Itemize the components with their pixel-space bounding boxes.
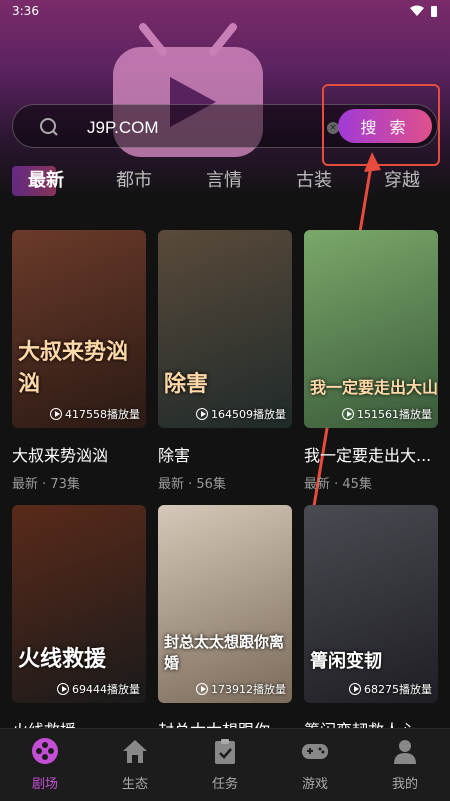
nav-label: 任务 xyxy=(211,777,238,792)
poster-image[interactable]: 封总太太想跟你离婚 173912播放量 xyxy=(158,505,292,703)
poster-image[interactable]: 除害 164509播放量 xyxy=(158,230,292,428)
tab-latest[interactable]: 最新 xyxy=(28,166,64,192)
card-title[interactable]: 除害 xyxy=(158,442,292,466)
play-count: 68275播放量 xyxy=(349,681,432,697)
poster-image[interactable]: 火线救援 69444播放量 xyxy=(12,505,146,703)
user-icon xyxy=(394,740,416,764)
nav-label: 游戏 xyxy=(301,777,328,792)
play-icon xyxy=(50,408,62,420)
search-input[interactable] xyxy=(85,115,319,141)
battery-icon xyxy=(431,5,437,17)
play-icon xyxy=(349,683,361,695)
search-icon xyxy=(40,118,58,136)
wifi-icon xyxy=(410,5,424,16)
status-icons xyxy=(410,5,438,18)
poster-image[interactable]: 箐闲变韧 68275播放量 xyxy=(304,505,438,703)
nav-label: 剧场 xyxy=(31,777,58,792)
tab-costume[interactable]: 古装 xyxy=(296,166,332,192)
tab-urban[interactable]: 都市 xyxy=(116,166,152,192)
play-count: 417558播放量 xyxy=(50,406,140,422)
tab-time-travel[interactable]: 穿越 xyxy=(384,166,420,192)
poster-title: 除害 xyxy=(164,371,209,397)
card-title[interactable]: 大叔来势汹汹 xyxy=(12,442,146,466)
poster-title: 火线救援 xyxy=(18,646,107,672)
gamepad-icon xyxy=(302,744,328,759)
clipboard-icon xyxy=(215,739,235,764)
poster-title: 我一定要走出大山 xyxy=(310,378,438,397)
card-meta: 最新 · 73集 xyxy=(12,477,80,492)
play-count: 164509播放量 xyxy=(196,406,286,422)
bottom-nav: 剧场 生态 任务 游戏 我的 xyxy=(0,728,450,801)
card-meta: 最新 · 45集 xyxy=(304,477,372,492)
nav-label: 生态 xyxy=(121,777,148,792)
card-title[interactable]: 我一定要走出大... xyxy=(304,442,438,466)
play-icon xyxy=(196,408,208,420)
play-icon xyxy=(57,683,69,695)
poster-title: 封总太太想跟你离婚 xyxy=(164,633,285,672)
card-meta: 最新 · 56集 xyxy=(158,477,226,492)
play-icon xyxy=(342,408,354,420)
film-reel-icon xyxy=(32,738,58,764)
nav-item-mine[interactable]: 我的 xyxy=(360,737,450,792)
category-tabs: 最新 都市 言情 古装 穿越 xyxy=(12,166,442,196)
nav-item-ecology[interactable]: 生态 xyxy=(90,737,180,792)
home-icon xyxy=(123,740,147,763)
nav-item-theater[interactable]: 剧场 xyxy=(0,737,90,792)
highlight-box xyxy=(322,84,440,166)
play-count: 151561播放量 xyxy=(342,406,432,422)
poster-image[interactable]: 我一定要走出大山 151561播放量 xyxy=(304,230,438,428)
play-icon xyxy=(196,683,208,695)
nav-label: 我的 xyxy=(391,777,418,792)
tab-romance[interactable]: 言情 xyxy=(206,166,242,192)
status-time: 3:36 xyxy=(12,4,39,18)
nav-item-tasks[interactable]: 任务 xyxy=(180,737,270,792)
poster-title: 箐闲变韧 xyxy=(310,651,382,672)
poster-title: 大叔来势汹汹 xyxy=(18,339,129,397)
nav-item-games[interactable]: 游戏 xyxy=(270,737,360,792)
poster-image[interactable]: 大叔来势汹汹 417558播放量 xyxy=(12,230,146,428)
status-bar: 3:36 xyxy=(0,0,450,22)
play-count: 69444播放量 xyxy=(57,681,140,697)
play-count: 173912播放量 xyxy=(196,681,286,697)
